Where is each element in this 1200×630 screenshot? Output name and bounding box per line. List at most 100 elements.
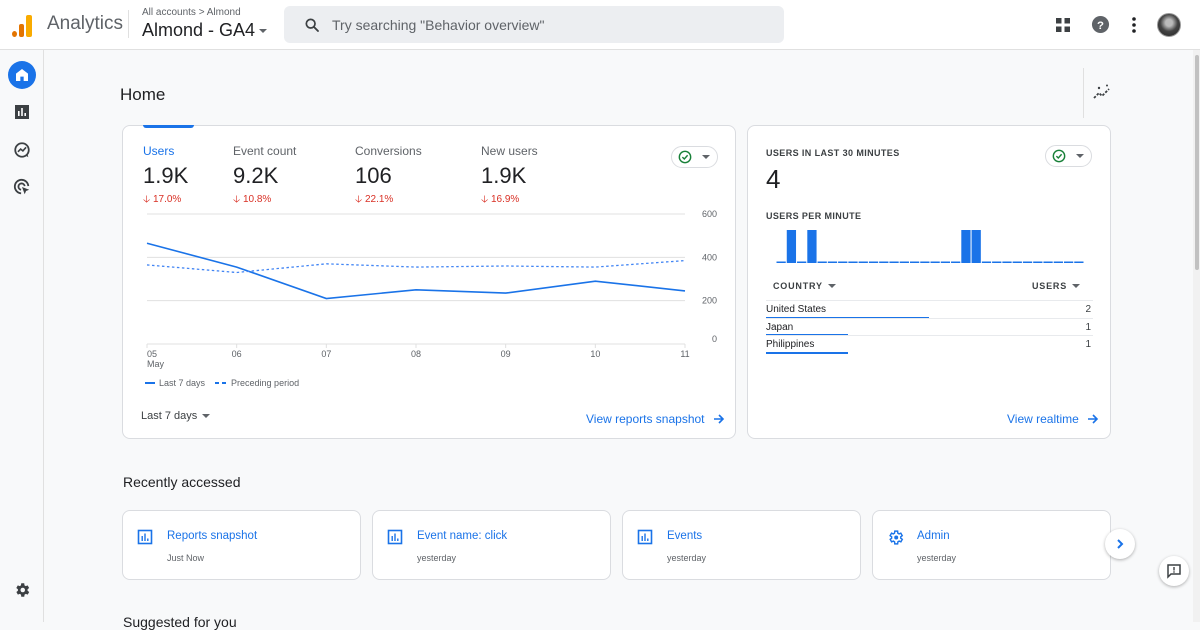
search-icon <box>305 17 319 32</box>
nav-admin[interactable] <box>8 576 36 604</box>
view-realtime-link[interactable]: View realtime <box>1007 412 1099 426</box>
x-tick-sublabel: May <box>147 359 165 369</box>
settings-gear-icon <box>889 530 904 545</box>
x-tick-label: 06 <box>232 349 242 359</box>
caret-down-icon <box>1072 284 1081 288</box>
series-line-last-7-days[interactable] <box>146 242 686 300</box>
y-tick-label: 0 <box>712 334 717 344</box>
feedback-button[interactable] <box>1159 556 1189 586</box>
users-column-header[interactable]: USERS <box>1032 281 1081 291</box>
minute-bar[interactable] <box>1074 261 1084 264</box>
legend-solid-swatch <box>145 382 155 384</box>
series-line-preceding-period[interactable] <box>146 259 686 274</box>
x-tick-label: 09 <box>501 349 511 359</box>
minute-bar[interactable] <box>961 230 971 263</box>
country-row[interactable]: United States 2 <box>766 300 1093 319</box>
nav-advertising[interactable] <box>8 173 36 201</box>
country-row[interactable]: Japan 1 <box>766 317 1093 336</box>
recent-item-card[interactable]: Event name: click yesterday <box>372 510 611 580</box>
minute-bar[interactable] <box>838 261 848 264</box>
more-vert-icon[interactable] <box>1131 16 1137 34</box>
insights-icon[interactable] <box>1092 83 1112 103</box>
minute-bar[interactable] <box>807 230 817 263</box>
minute-bar[interactable] <box>1053 261 1063 264</box>
carousel-next-button[interactable] <box>1105 529 1135 559</box>
divider <box>128 10 129 38</box>
report-icon <box>387 529 403 545</box>
product-name: Analytics <box>47 13 124 34</box>
recent-item-time: yesterday <box>667 553 707 563</box>
minute-bar[interactable] <box>951 261 961 264</box>
svg-text:?: ? <box>1097 20 1104 32</box>
y-tick-label: 400 <box>702 252 717 262</box>
x-tick-label: 11 <box>680 349 689 359</box>
apps-grid-icon[interactable] <box>1055 17 1071 33</box>
minute-bar[interactable] <box>992 261 1002 264</box>
minute-bar[interactable] <box>797 261 807 264</box>
breadcrumb[interactable]: All accounts > Almond <box>142 7 241 18</box>
minute-bar[interactable] <box>1063 261 1074 264</box>
recent-item-icon <box>137 529 153 545</box>
nav-reports[interactable] <box>8 98 36 126</box>
minute-bar[interactable] <box>1002 261 1012 264</box>
side-navigation <box>0 50 44 622</box>
minute-bar[interactable] <box>868 261 879 264</box>
y-tick-label: 200 <box>702 296 717 306</box>
minute-bar[interactable] <box>817 261 827 264</box>
minute-bar[interactable] <box>899 261 909 264</box>
settings-gear-icon <box>16 583 30 597</box>
recent-item-card[interactable]: Admin yesterday <box>872 510 1111 580</box>
minute-bar[interactable] <box>827 261 838 264</box>
y-tick-label: 600 <box>702 209 717 219</box>
help-icon[interactable]: ? <box>1091 15 1110 34</box>
recent-item-title: Reports snapshot <box>167 530 258 542</box>
minute-bar[interactable] <box>920 261 930 264</box>
minute-bar[interactable] <box>1022 261 1033 264</box>
minute-bar[interactable] <box>930 261 940 264</box>
country-column-header[interactable]: COUNTRY <box>773 281 836 291</box>
country-row[interactable]: Philippines 1 <box>766 335 1093 354</box>
users-header-label: USERS <box>1032 281 1068 291</box>
property-name: Almond - GA4 <box>142 20 256 40</box>
minute-bar[interactable] <box>1033 261 1043 264</box>
caret-down-icon <box>202 414 211 418</box>
date-range-label: Last 7 days <box>141 410 198 422</box>
minute-bar[interactable] <box>909 261 920 264</box>
search-bar[interactable] <box>284 6 784 43</box>
recent-item-icon <box>387 529 403 545</box>
caret-down-icon <box>259 28 268 33</box>
minute-bar[interactable] <box>1043 261 1053 264</box>
recent-item-card[interactable]: Events yesterday <box>622 510 861 580</box>
property-selector[interactable]: Almond - GA4 <box>142 20 268 41</box>
comparison-toggle[interactable] <box>1045 145 1092 167</box>
minute-bar[interactable] <box>940 261 951 264</box>
view-reports-snapshot-link[interactable]: View reports snapshot <box>586 412 725 426</box>
minute-bar[interactable] <box>971 230 981 263</box>
legend-current: Last 7 days <box>159 378 206 388</box>
page-title: Home <box>120 85 166 104</box>
recently-accessed-title: Recently accessed <box>123 474 241 490</box>
minute-bar[interactable] <box>1012 261 1022 264</box>
legend-dashed-swatch <box>215 382 228 384</box>
date-range-selector[interactable]: Last 7 days <box>141 410 211 422</box>
explore-icon <box>14 142 30 158</box>
link-label: View reports snapshot <box>586 412 705 426</box>
minute-bar[interactable] <box>776 261 786 264</box>
x-tick-label: 07 <box>321 349 331 359</box>
minute-bar[interactable] <box>981 261 992 264</box>
nav-home[interactable] <box>8 61 36 89</box>
minute-bar[interactable] <box>879 261 889 264</box>
analytics-logo[interactable] <box>10 13 34 37</box>
scrollbar-thumb[interactable] <box>1195 55 1199 270</box>
minute-bar[interactable] <box>889 261 899 264</box>
minute-bar[interactable] <box>786 230 797 263</box>
arrow-forward-icon <box>713 414 724 424</box>
account-avatar[interactable] <box>1157 13 1181 37</box>
recent-item-card[interactable]: Reports snapshot Just Now <box>122 510 361 580</box>
minute-bar[interactable] <box>848 261 858 264</box>
minute-bar[interactable] <box>858 261 868 264</box>
top-app-bar: Analytics All accounts > Almond Almond -… <box>0 0 1200 50</box>
recent-item-icon <box>637 529 653 545</box>
search-input[interactable] <box>332 16 752 33</box>
nav-explore[interactable] <box>8 136 36 164</box>
